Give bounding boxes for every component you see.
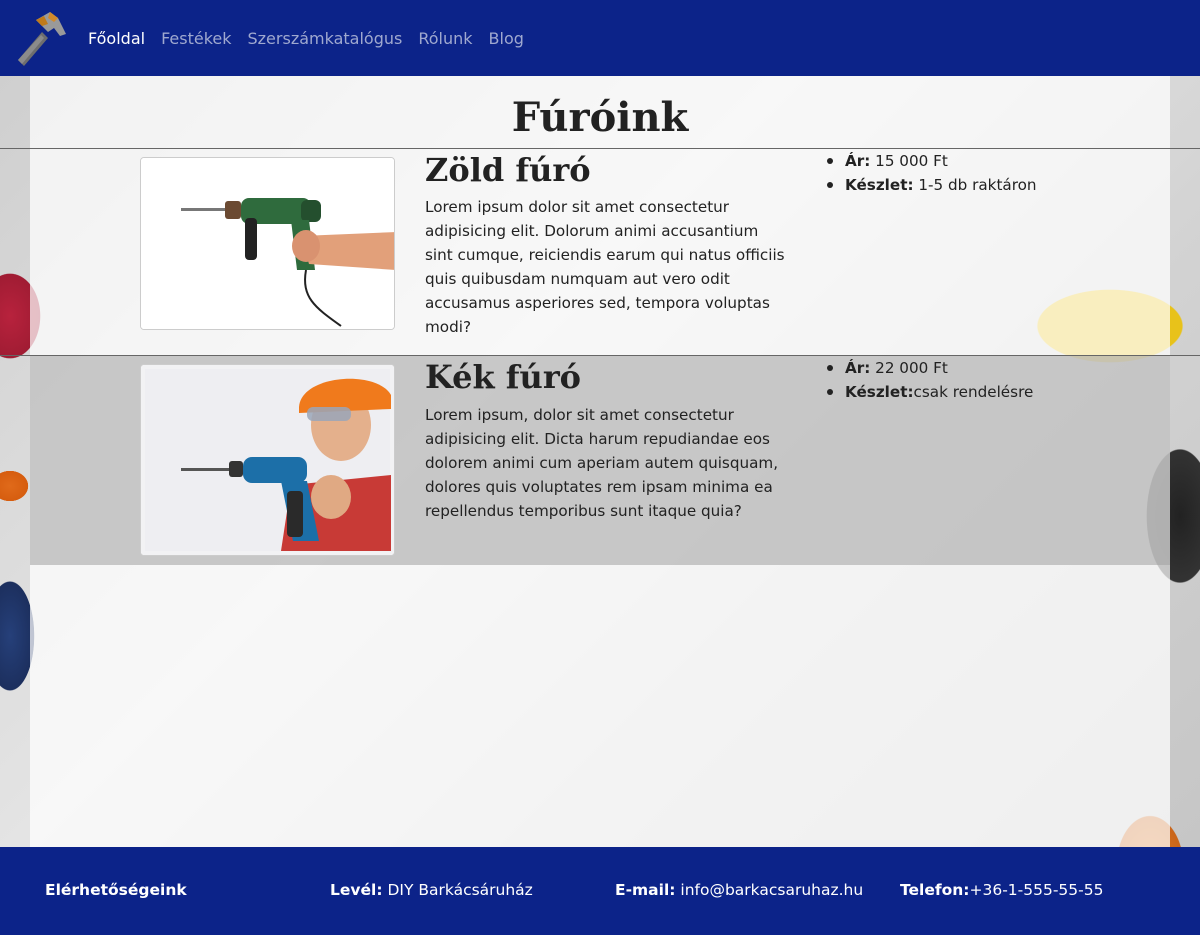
hammer-icon[interactable] bbox=[14, 10, 70, 66]
blue-drill-worker-image bbox=[141, 365, 394, 555]
phone-value[interactable]: +36-1-555-55-55 bbox=[969, 881, 1103, 899]
page-title: Fúróink bbox=[511, 94, 689, 141]
footer-phone: Telefon:+36-1-555-55-55 bbox=[900, 881, 1103, 899]
email-value[interactable]: info@barkacsaruhaz.hu bbox=[675, 881, 863, 899]
product-card-zold-furo: Zöld fúró Lorem ipsum dolor sit amet con… bbox=[30, 149, 1170, 355]
product-description: Lorem ipsum, dolor sit amet consectetur … bbox=[425, 406, 779, 520]
nav-link-rolunk[interactable]: Rólunk bbox=[418, 29, 472, 48]
product-image bbox=[140, 157, 395, 330]
product-specs: Ár: 22 000 Ft Készlet:csak rendelésre bbox=[825, 356, 1033, 404]
stock-row: Készlet: 1-5 db raktáron bbox=[825, 173, 1037, 197]
product-image bbox=[140, 364, 395, 556]
stock-label: Készlet: bbox=[845, 176, 914, 194]
top-navbar: Főoldal Festékek Szerszámkatalógus Rólun… bbox=[0, 0, 1200, 76]
product-name: Zöld fúró bbox=[425, 151, 591, 189]
stock-value: csak rendelésre bbox=[913, 383, 1034, 401]
footer-heading-text: Elérhetőségeink bbox=[45, 881, 187, 899]
stock-label: Készlet: bbox=[845, 383, 914, 401]
nav-link-festekek[interactable]: Festékek bbox=[161, 29, 231, 48]
email-label: E-mail: bbox=[615, 881, 676, 899]
green-drill-image bbox=[141, 158, 394, 329]
product-specs: Ár: 15 000 Ft Készlet: 1-5 db raktáron bbox=[825, 149, 1037, 197]
footer-mail: Levél: DIY Barkácsáruház bbox=[330, 881, 533, 899]
stock-row: Készlet:csak rendelésre bbox=[825, 380, 1033, 404]
nav-link-fooldal[interactable]: Főoldal bbox=[88, 29, 145, 48]
price-row: Ár: 22 000 Ft bbox=[825, 356, 1033, 380]
price-value: 15 000 Ft bbox=[870, 152, 948, 170]
phone-label: Telefon: bbox=[900, 881, 970, 899]
product-name: Kék fúró bbox=[425, 358, 582, 396]
footer-email: E-mail: info@barkacsaruhaz.hu bbox=[615, 881, 863, 899]
product-card-kek-furo: Kék fúró Lorem ipsum, dolor sit amet con… bbox=[30, 356, 1170, 565]
nav-link-szerszamkatalogus[interactable]: Szerszámkatalógus bbox=[248, 29, 403, 48]
footer-heading: Elérhetőségeink bbox=[45, 881, 187, 899]
price-label: Ár: bbox=[845, 359, 871, 377]
mail-label: Levél: bbox=[330, 881, 383, 899]
mail-value: DIY Barkácsáruház bbox=[382, 881, 533, 899]
nav-link-blog[interactable]: Blog bbox=[489, 29, 524, 48]
price-label: Ár: bbox=[845, 152, 871, 170]
footer: Elérhetőségeink Levél: DIY Barkácsáruház… bbox=[0, 847, 1200, 935]
price-value: 22 000 Ft bbox=[870, 359, 948, 377]
product-description: Lorem ipsum dolor sit amet consectetur a… bbox=[425, 198, 785, 336]
stock-value: 1-5 db raktáron bbox=[913, 176, 1037, 194]
price-row: Ár: 15 000 Ft bbox=[825, 149, 1037, 173]
